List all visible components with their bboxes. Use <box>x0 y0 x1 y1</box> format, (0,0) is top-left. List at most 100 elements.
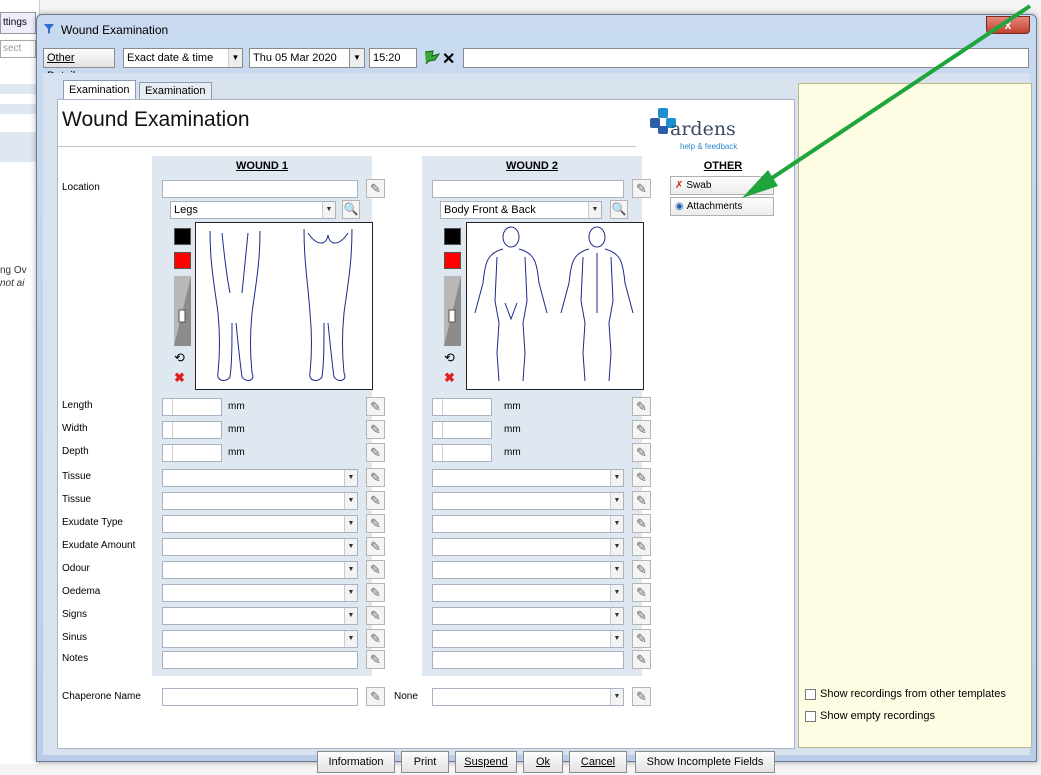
background-settings-tab[interactable]: ttings <box>0 12 36 34</box>
pencil-icon[interactable]: ✎ <box>366 560 385 579</box>
wound-1-location-input[interactable] <box>162 180 358 198</box>
green-flag-icon[interactable] <box>423 50 441 69</box>
background-search-input[interactable]: sect <box>0 40 36 58</box>
pencil-icon[interactable]: ✎ <box>366 687 385 706</box>
pencil-icon[interactable]: ✎ <box>366 468 385 487</box>
pencil-icon[interactable]: ✎ <box>366 537 385 556</box>
checkbox-box[interactable] <box>805 710 816 722</box>
pencil-icon[interactable]: ✎ <box>366 514 385 533</box>
show-other-templates-checkbox[interactable]: Show recordings from other templates <box>805 688 1006 700</box>
tab-examination-2[interactable]: Examination <box>139 82 212 100</box>
date-mode-select[interactable]: Exact date & time ▼ <box>123 48 243 68</box>
wound-1-width-input[interactable] <box>162 421 222 439</box>
pencil-icon[interactable]: ✎ <box>366 420 385 439</box>
wound-2-sinus-select[interactable]: ▼ <box>432 630 624 648</box>
wound-1-signs-select[interactable]: ▼ <box>162 607 358 625</box>
pencil-icon[interactable]: ✎ <box>366 179 385 198</box>
wound-1-odour-select[interactable]: ▼ <box>162 561 358 579</box>
wound-2-tissue1-select[interactable]: ▼ <box>432 469 624 487</box>
undo-icon[interactable]: ⟲ <box>174 350 185 366</box>
title-bar[interactable]: Wound Examination x <box>37 15 1036 45</box>
wound-1-depth-input[interactable] <box>162 444 222 462</box>
pencil-icon[interactable]: ✎ <box>632 560 651 579</box>
pencil-icon[interactable]: ✎ <box>632 420 651 439</box>
pencil-icon[interactable]: ✎ <box>632 537 651 556</box>
pencil-icon[interactable]: ✎ <box>366 583 385 602</box>
wound-1-body-region-select[interactable]: Legs ▼ <box>170 201 336 219</box>
show-incomplete-fields-button[interactable]: Show Incomplete Fields <box>635 751 775 773</box>
red-x-icon[interactable]: ✖ <box>174 370 185 386</box>
chaperone-select[interactable]: ▼ <box>432 688 624 706</box>
red-x-icon[interactable]: ✖ <box>444 370 455 386</box>
other-details-button[interactable]: Other Details... <box>43 48 115 82</box>
x-icon[interactable]: ✕ <box>442 49 455 69</box>
tab-examination-1[interactable]: Examination <box>63 80 136 100</box>
date-dropdown-button[interactable]: ▼ <box>349 48 365 68</box>
pencil-icon[interactable]: ✎ <box>366 629 385 648</box>
wound-2-exudate-amount-select[interactable]: ▼ <box>432 538 624 556</box>
pencil-icon[interactable]: ✎ <box>366 650 385 669</box>
wound-1-tissue2-select[interactable]: ▼ <box>162 492 358 510</box>
wound-2-body-region-select[interactable]: Body Front & Back ▼ <box>440 201 602 219</box>
pencil-icon[interactable]: ✎ <box>632 179 651 198</box>
information-button[interactable]: Information <box>317 751 395 773</box>
pencil-icon[interactable]: ✎ <box>632 514 651 533</box>
pencil-icon[interactable]: ✎ <box>632 606 651 625</box>
pencil-icon[interactable]: ✎ <box>632 687 651 706</box>
wound-1-sinus-select[interactable]: ▼ <box>162 630 358 648</box>
brush-size-slider[interactable] <box>444 276 461 346</box>
undo-icon[interactable]: ⟲ <box>444 350 455 366</box>
pencil-icon[interactable]: ✎ <box>366 606 385 625</box>
chaperone-name-input[interactable] <box>162 688 358 706</box>
wound-2-tissue2-select[interactable]: ▼ <box>432 492 624 510</box>
wound-2-notes-input[interactable] <box>432 651 624 669</box>
wound-1-notes-input[interactable] <box>162 651 358 669</box>
comment-input[interactable] <box>463 48 1029 68</box>
magnify-icon[interactable]: 🔍 <box>342 200 360 219</box>
checkbox-box[interactable] <box>805 688 816 700</box>
pencil-icon[interactable]: ✎ <box>366 397 385 416</box>
print-button[interactable]: Print <box>401 751 449 773</box>
pencil-icon[interactable]: ✎ <box>632 491 651 510</box>
date-field[interactable]: Thu 05 Mar 2020 <box>249 48 349 68</box>
wound-1-exudate-amount-select[interactable]: ▼ <box>162 538 358 556</box>
help-feedback-link[interactable]: help & feedback <box>680 142 737 151</box>
cancel-button[interactable]: Cancel <box>569 751 627 773</box>
brush-size-slider[interactable] <box>174 276 191 346</box>
pencil-icon[interactable]: ✎ <box>632 468 651 487</box>
wound-2-length-input[interactable] <box>432 398 492 416</box>
wound-2-body-diagram[interactable] <box>466 222 644 390</box>
red-colour-swatch[interactable] <box>174 252 191 269</box>
wound-2-width-input[interactable] <box>432 421 492 439</box>
time-field[interactable]: 15:20 <box>369 48 417 68</box>
wound-2-location-input[interactable] <box>432 180 624 198</box>
pencil-icon[interactable]: ✎ <box>366 491 385 510</box>
red-colour-swatch[interactable] <box>444 252 461 269</box>
pencil-icon[interactable]: ✎ <box>632 650 651 669</box>
ardens-logo[interactable]: ardens help & feedback <box>646 104 766 152</box>
wound-2-signs-select[interactable]: ▼ <box>432 607 624 625</box>
ok-button[interactable]: Ok <box>523 751 563 773</box>
magnify-icon[interactable]: 🔍 <box>610 200 628 219</box>
wound-2-exudate-type-select[interactable]: ▼ <box>432 515 624 533</box>
wound-1-body-diagram[interactable] <box>195 222 373 390</box>
wound-1-exudate-type-select[interactable]: ▼ <box>162 515 358 533</box>
attachments-button[interactable]: ◉ Attachments <box>670 197 774 216</box>
pencil-icon[interactable]: ✎ <box>632 397 651 416</box>
pencil-icon[interactable]: ✎ <box>632 629 651 648</box>
pencil-icon[interactable]: ✎ <box>366 443 385 462</box>
black-colour-swatch[interactable] <box>444 228 461 245</box>
swab-button[interactable]: ✗ Swab <box>670 176 774 195</box>
wound-2-odour-select[interactable]: ▼ <box>432 561 624 579</box>
black-colour-swatch[interactable] <box>174 228 191 245</box>
wound-2-depth-input[interactable] <box>432 444 492 462</box>
close-button[interactable]: x <box>986 16 1030 34</box>
wound-1-length-input[interactable] <box>162 398 222 416</box>
suspend-button[interactable]: Suspend <box>455 751 517 773</box>
wound-1-oedema-select[interactable]: ▼ <box>162 584 358 602</box>
pencil-icon[interactable]: ✎ <box>632 443 651 462</box>
show-empty-recordings-checkbox[interactable]: Show empty recordings <box>805 710 935 722</box>
wound-1-tissue1-select[interactable]: ▼ <box>162 469 358 487</box>
wound-2-oedema-select[interactable]: ▼ <box>432 584 624 602</box>
pencil-icon[interactable]: ✎ <box>632 583 651 602</box>
